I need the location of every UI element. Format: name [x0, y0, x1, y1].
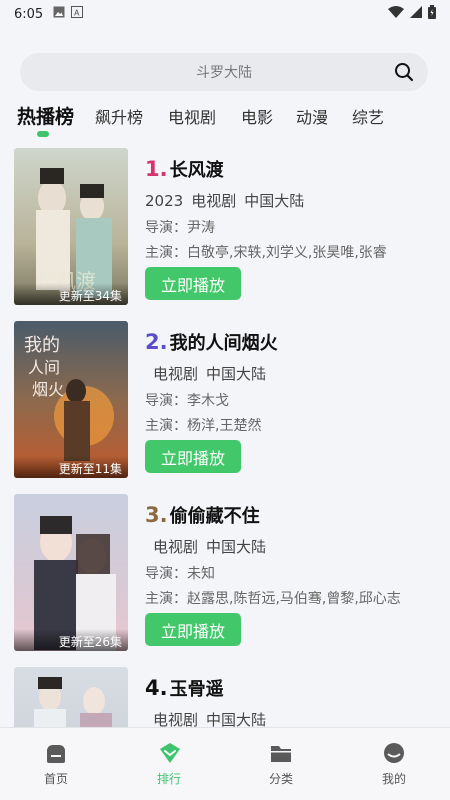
list-item[interactable]: 4. 玉骨遥 电视剧 中国大陆 [0, 667, 450, 728]
show-title[interactable]: 我的人间烟火 [170, 329, 278, 355]
list-item[interactable]: 长风渡 更新至34集 1. 长风渡 2023 电视剧 中国大陆 导演：尹涛 主演：白… [0, 148, 450, 308]
tab-rising[interactable]: 飙升榜 [95, 104, 143, 128]
signal-icon [410, 6, 422, 22]
show-region: 中国大陆 [206, 711, 267, 728]
ranking-list: 长风渡 更新至34集 1. 长风渡 2023 电视剧 中国大陆 导演：尹涛 主演：白… [0, 148, 450, 728]
show-director: 导演：未知 [145, 566, 215, 582]
list-item[interactable]: 更新至26集 3. 偷偷藏不住 电视剧 中国大陆 导演：未知 主演：赵露思,陈哲远… [0, 494, 450, 654]
rank-number: 1. [145, 157, 168, 181]
show-cast: 主演：白敬亭,宋轶,刘学义,张昊唯,张睿 [145, 245, 387, 261]
tab-hot[interactable]: 热播榜 [17, 102, 74, 129]
text-notification-icon: A [71, 6, 84, 22]
ranking-icon [158, 742, 180, 764]
poster-image[interactable]: 更新至26集 [14, 494, 128, 651]
tab-variety[interactable]: 综艺 [352, 104, 384, 128]
play-button[interactable]: 立即播放 [145, 440, 241, 473]
rank-number: 2. [145, 330, 168, 354]
search-icon[interactable] [394, 62, 414, 82]
folder-icon [270, 742, 292, 764]
rank-number: 4. [145, 676, 168, 700]
svg-text:烟火: 烟火 [32, 380, 64, 399]
home-icon [45, 742, 67, 764]
svg-text:我的: 我的 [24, 335, 60, 356]
show-meta: 电视剧 中国大陆 [145, 363, 435, 385]
show-title[interactable]: 长风渡 [170, 156, 224, 182]
active-tab-indicator [37, 131, 49, 137]
show-meta: 2023 电视剧 中国大陆 [145, 190, 435, 212]
tab-tv-series[interactable]: 电视剧 [168, 104, 216, 128]
svg-text:A: A [74, 9, 80, 18]
show-type: 电视剧 [153, 711, 199, 728]
nav-category[interactable]: 分类 [251, 742, 311, 787]
show-region: 中国大陆 [244, 192, 305, 210]
status-bar: 6:05 A [0, 0, 450, 28]
category-tabs: 热播榜 飙升榜 电视剧 电影 动漫 综艺 [0, 100, 450, 140]
episode-badge: 更新至11集 [14, 456, 128, 478]
rank-number: 3. [145, 503, 168, 527]
nav-profile[interactable]: 我的 [364, 742, 424, 787]
wifi-icon [388, 6, 404, 22]
show-cast: 主演：赵露思,陈哲远,马伯骞,曾黎,邱心志 [145, 591, 401, 607]
svg-text:人间: 人间 [28, 358, 60, 377]
nav-home[interactable]: 首页 [26, 742, 86, 787]
nav-ranking-label: 排行 [156, 772, 181, 786]
play-button[interactable]: 立即播放 [145, 613, 241, 646]
battery-icon [428, 5, 436, 23]
list-item[interactable]: 我的 人间 烟火 更新至11集 2. 我的人间烟火 电视剧 中国大陆 导演：李木戈… [0, 321, 450, 481]
show-type: 电视剧 [153, 538, 199, 556]
image-notification-icon [53, 6, 65, 22]
show-meta: 电视剧 中国大陆 [145, 709, 435, 728]
show-title[interactable]: 偷偷藏不住 [170, 502, 260, 528]
poster-image[interactable]: 长风渡 更新至34集 [14, 148, 128, 305]
nav-ranking[interactable]: 排行 [139, 742, 199, 787]
poster-image[interactable]: 我的 人间 烟火 更新至11集 [14, 321, 128, 478]
status-time: 6:05 [14, 6, 44, 22]
episode-badge: 更新至34集 [14, 283, 128, 305]
show-director: 导演：李木戈 [145, 393, 229, 409]
tab-movie[interactable]: 电影 [241, 104, 273, 128]
show-meta: 电视剧 中国大陆 [145, 536, 435, 558]
tab-anime[interactable]: 动漫 [296, 104, 328, 128]
show-year: 2023 [145, 192, 184, 210]
show-type: 电视剧 [191, 192, 237, 210]
play-button[interactable]: 立即播放 [145, 267, 241, 300]
show-region: 中国大陆 [206, 365, 267, 383]
show-cast: 主演：杨洋,王楚然 [145, 418, 262, 434]
show-title[interactable]: 玉骨遥 [170, 675, 224, 701]
search-bar[interactable]: 斗罗大陆 [20, 53, 428, 91]
episode-badge: 更新至26集 [14, 629, 128, 651]
nav-profile-label: 我的 [381, 772, 406, 786]
nav-home-label: 首页 [43, 772, 68, 786]
bottom-navigation: 首页 排行 分类 我的 [0, 727, 450, 800]
show-region: 中国大陆 [206, 538, 267, 556]
show-type: 电视剧 [153, 365, 199, 383]
profile-icon [383, 742, 405, 764]
search-placeholder: 斗罗大陆 [196, 65, 252, 81]
poster-image[interactable] [14, 667, 128, 728]
show-director: 导演：尹涛 [145, 220, 215, 236]
nav-category-label: 分类 [268, 772, 293, 786]
